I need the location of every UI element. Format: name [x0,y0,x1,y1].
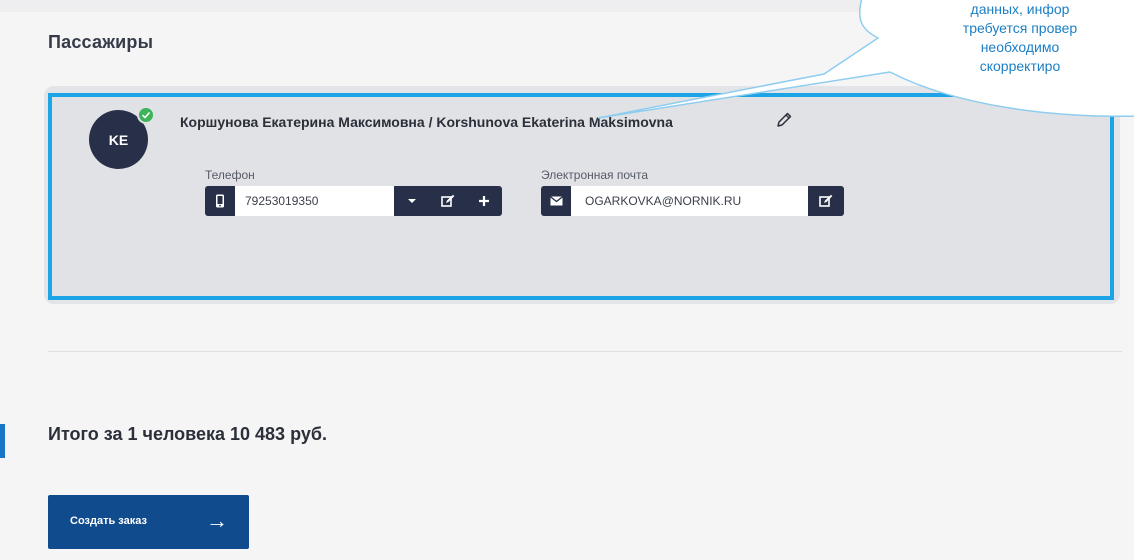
check-icon [137,106,155,124]
phone-label: Телефон [205,168,255,182]
caret-down-icon [408,199,416,203]
email-field-group [541,186,844,216]
phone-dropdown-button[interactable] [394,186,430,216]
pencil-icon[interactable] [774,110,794,130]
tooltip-line: скорректиро [979,58,1061,74]
passenger-name: Коршунова Екатерина Максимовна / Korshun… [180,114,673,130]
edit-icon [819,194,833,207]
edit-icon [441,194,455,207]
envelope-icon [541,186,571,216]
mobile-phone-icon [205,186,235,216]
section-title: Пассажиры [48,32,154,52]
phone-edit-button[interactable] [430,186,466,216]
email-label: Электронная почта [541,168,649,182]
create-order-label: Создать заказ [70,515,147,527]
order-total: Итого за 1 человека 10 483 руб. [48,424,327,444]
create-order-button[interactable]: Создать заказ → [48,495,249,549]
divider [48,351,1122,352]
top-strip [0,0,1134,12]
phone-field-group [205,186,502,216]
phone-add-button[interactable] [466,186,502,216]
tooltip-line: требуется провер [962,20,1078,36]
email-edit-button[interactable] [808,186,844,216]
arrow-right-icon: → [206,508,228,533]
email-input[interactable] [571,186,808,216]
passenger-card: KE Коршунова Екатерина Максимовна / Kors… [48,93,1114,300]
plus-icon [479,196,489,206]
phone-input[interactable] [235,186,394,216]
tooltip-line: необходимо [980,39,1060,55]
left-accent-bar [0,424,5,458]
